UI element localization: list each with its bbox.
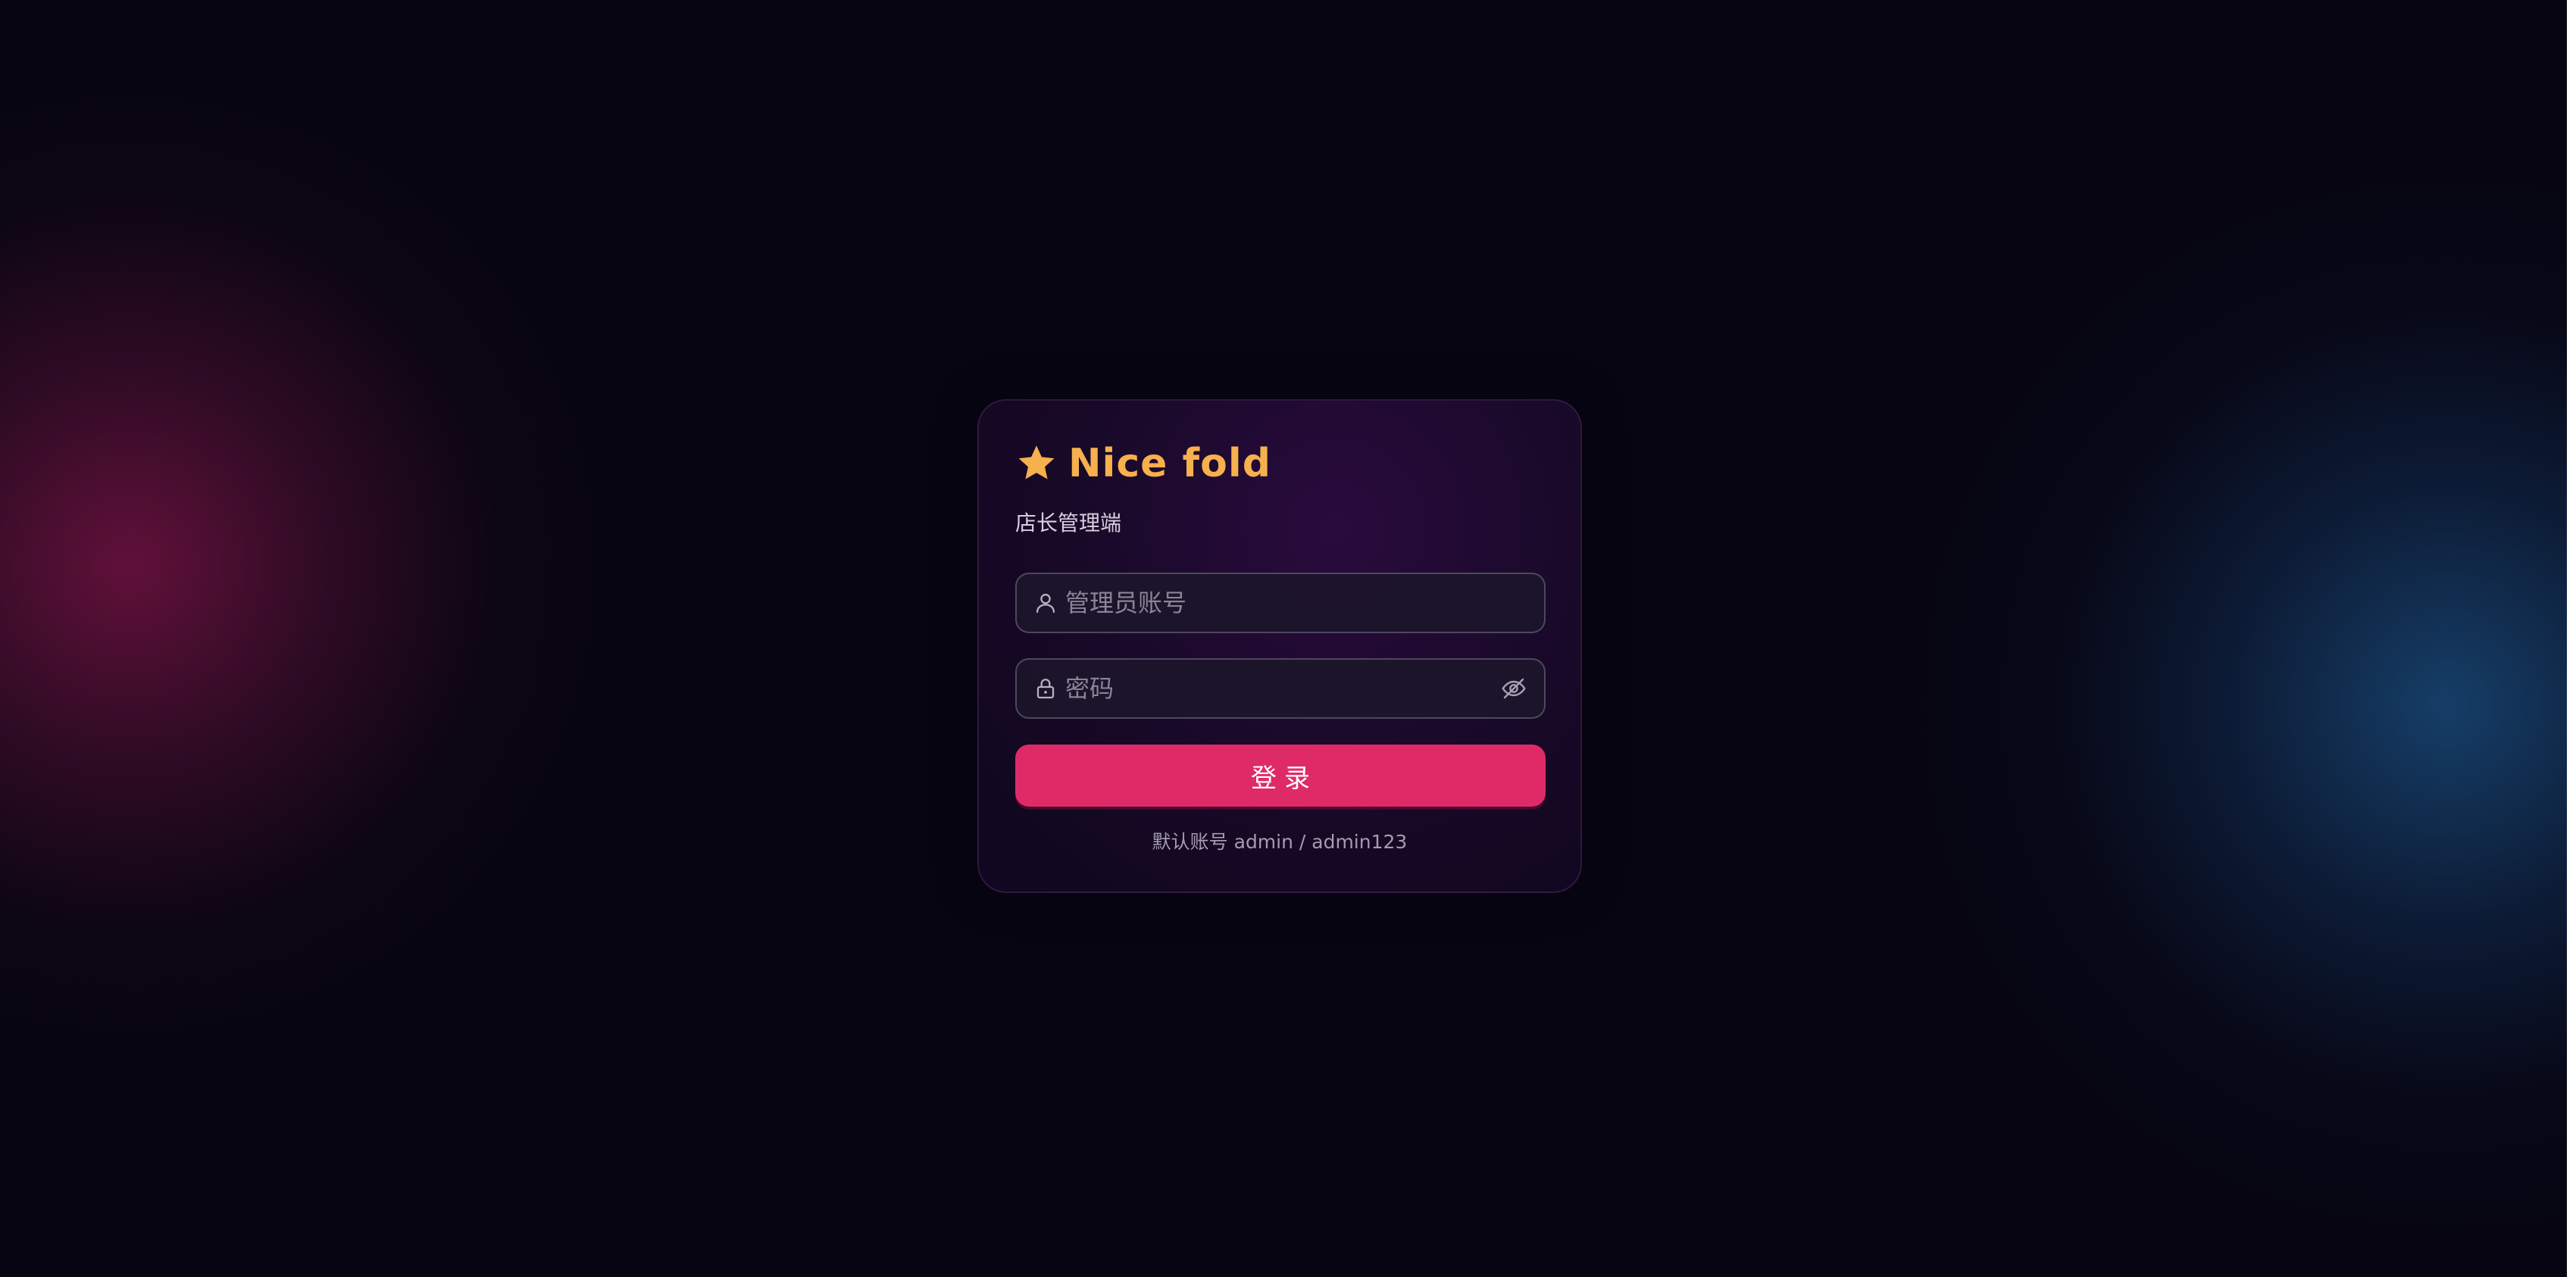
- username-field[interactable]: [1015, 573, 1546, 633]
- login-card: Nice fold 店长管理端 登录 默认账号 admin /: [977, 399, 1582, 893]
- star-icon: [1018, 445, 1055, 479]
- lock-icon: [1036, 679, 1055, 699]
- eye-off-icon[interactable]: [1500, 675, 1527, 702]
- password-input[interactable]: [1058, 660, 1500, 717]
- user-icon: [1036, 593, 1055, 614]
- page-subtitle: 店长管理端: [1015, 510, 1122, 535]
- brand: Nice fold: [1015, 442, 1271, 485]
- brand-title: Nice fold: [1068, 441, 1271, 486]
- login-button[interactable]: 登录: [1015, 745, 1546, 807]
- password-field[interactable]: [1015, 658, 1546, 719]
- default-account-hint: 默认账号 admin / admin123: [1152, 831, 1408, 853]
- username-input[interactable]: [1058, 574, 1544, 632]
- login-page: Nice fold 店长管理端 登录 默认账号 admin /: [0, 0, 2576, 1277]
- window-edge: [2567, 0, 2576, 1277]
